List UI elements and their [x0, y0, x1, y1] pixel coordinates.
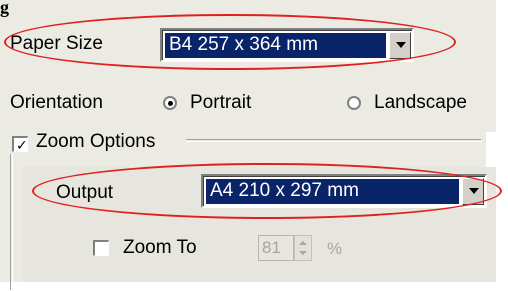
zoom-to-value: 81 — [262, 238, 281, 257]
landscape-radio[interactable] — [347, 96, 361, 110]
zoom-to-unit: % — [327, 239, 343, 258]
orientation-label: Orientation — [10, 92, 103, 113]
cropped-heading: g — [0, 0, 9, 17]
zoom-to-checkbox[interactable] — [93, 240, 109, 256]
zoom-options-checkbox[interactable]: ✓ — [12, 136, 28, 152]
radio-selected-dot — [168, 101, 173, 106]
zoom-to-spinner[interactable] — [294, 235, 312, 261]
zoom-options-label[interactable]: Zoom Options — [36, 131, 155, 153]
landscape-label[interactable]: Landscape — [374, 92, 467, 114]
zoom-to-label[interactable]: Zoom To — [123, 237, 197, 259]
portrait-label[interactable]: Portrait — [190, 92, 251, 114]
spin-down-icon[interactable] — [299, 251, 307, 255]
zoom-to-input[interactable]: 81 — [258, 235, 294, 261]
checkmark-icon: ✓ — [16, 137, 28, 153]
annotation-ellipse-paper-size — [4, 14, 456, 70]
annotation-ellipse-output — [32, 163, 502, 219]
portrait-radio[interactable] — [163, 96, 177, 110]
spin-up-icon[interactable] — [299, 241, 307, 245]
